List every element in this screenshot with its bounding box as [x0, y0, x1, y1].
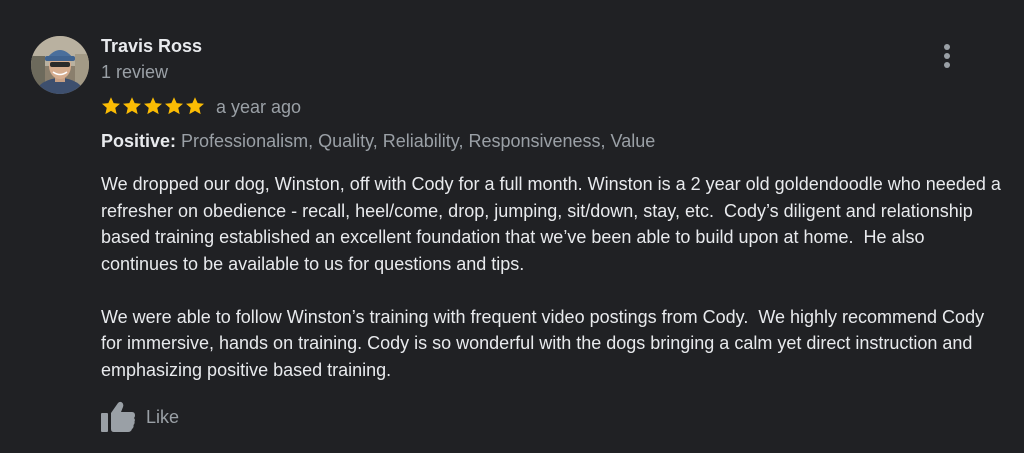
attributes-values: Professionalism, Quality, Reliability, R… [176, 131, 656, 151]
review-date: a year ago [216, 97, 302, 117]
star-icon [186, 97, 204, 115]
author-review-count: 1 review [101, 62, 169, 82]
avatar-photo [31, 36, 89, 94]
review-card: Travis Ross 1 review a year ago Positive… [0, 0, 1024, 453]
review-paragraph: We dropped our dog, Winston, off with Co… [101, 174, 1006, 274]
star-icon [102, 97, 120, 115]
star-icon [144, 97, 162, 115]
review-text: We dropped our dog, Winston, off with Co… [101, 171, 1001, 383]
author-name[interactable]: Travis Ross [101, 36, 202, 57]
star-rating [101, 96, 205, 118]
like-button[interactable]: Like [100, 400, 179, 434]
review-paragraph: We were able to follow Winston’s trainin… [101, 306, 990, 380]
like-label: Like [146, 406, 180, 427]
star-icon [165, 97, 183, 115]
author-avatar[interactable] [31, 36, 89, 94]
more-options-button[interactable] [931, 40, 963, 72]
attributes-label: Positive: [101, 131, 177, 151]
thumb-up-icon [101, 401, 135, 432]
review-attributes: Positive: Professionalism, Quality, Reli… [101, 131, 655, 152]
star-icon [123, 97, 141, 115]
more-vert-icon [944, 44, 950, 68]
